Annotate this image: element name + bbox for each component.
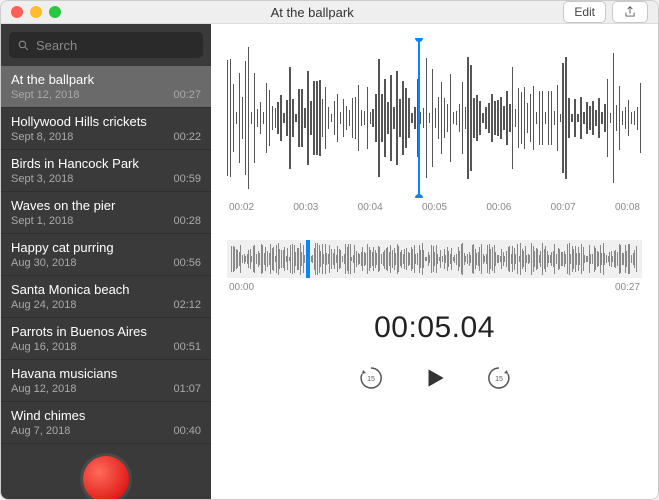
share-button[interactable] (612, 1, 648, 23)
recording-date: Aug 7, 2018 (11, 425, 70, 437)
list-item[interactable]: Parrots in Buenos Aires Aug 16, 2018 00:51 (1, 318, 211, 360)
tick-label: 00:02 (229, 202, 254, 218)
recording-duration: 00:51 (173, 341, 201, 353)
recording-title: At the ballpark (11, 72, 201, 87)
recordings-list: At the ballpark Sept 12, 2018 00:27 Hollywo… (1, 66, 211, 444)
recording-duration: 00:59 (173, 173, 201, 185)
list-item[interactable]: At the ballpark Sept 12, 2018 00:27 (1, 66, 211, 108)
detail-pane: 00:02 00:03 00:04 00:05 00:06 00:07 00:08 00:0… (211, 24, 658, 500)
tick-label: 00:06 (486, 202, 511, 218)
recording-title: Birds in Hancock Park (11, 156, 201, 171)
recording-duration: 01:07 (173, 383, 201, 395)
edit-button[interactable]: Edit (563, 1, 606, 23)
recording-date: Aug 16, 2018 (11, 341, 76, 353)
list-item[interactable]: Havana musicians Aug 12, 2018 01:07 (1, 360, 211, 402)
sidebar: Search At the ballpark Sept 12, 2018 00:27… (1, 24, 211, 500)
overview-playhead[interactable] (306, 240, 310, 278)
list-item[interactable]: Hollywood Hills crickets Sept 8, 2018 00:2… (1, 108, 211, 150)
recording-date: Aug 12, 2018 (11, 383, 76, 395)
traffic-lights (11, 6, 61, 18)
recording-title: Wind chimes (11, 408, 201, 423)
overview-start: 00:00 (229, 282, 254, 293)
tick-label: 00:07 (551, 202, 576, 218)
recording-title: Havana musicians (11, 366, 201, 381)
recording-duration: 00:40 (173, 425, 201, 437)
list-item[interactable]: Wind chimes Aug 7, 2018 00:40 (1, 402, 211, 444)
recording-duration: 02:12 (173, 299, 201, 311)
time-ticks: 00:02 00:03 00:04 00:05 00:06 00:07 00:08 (227, 198, 642, 218)
search-input[interactable]: Search (9, 32, 203, 58)
recording-date: Aug 24, 2018 (11, 299, 76, 311)
overview-end: 00:27 (615, 282, 640, 293)
tick-label: 00:04 (358, 202, 383, 218)
list-item[interactable]: Santa Monica beach Aug 24, 2018 02:12 (1, 276, 211, 318)
recording-date: Sept 8, 2018 (11, 131, 73, 143)
skip-forward-icon: 15 (485, 364, 513, 392)
zoom-icon[interactable] (49, 6, 61, 18)
tick-label: 00:08 (615, 202, 640, 218)
play-button[interactable] (420, 363, 450, 393)
record-button[interactable] (83, 456, 129, 500)
recording-title: Parrots in Buenos Aires (11, 324, 201, 339)
list-item[interactable]: Waves on the pier Sept 1, 2018 00:28 (1, 192, 211, 234)
recording-duration: 00:28 (173, 215, 201, 227)
list-item[interactable]: Happy cat purring Aug 30, 2018 00:56 (1, 234, 211, 276)
list-item[interactable]: Birds in Hancock Park Sept 3, 2018 00:59 (1, 150, 211, 192)
skip-back-icon: 15 (357, 364, 385, 392)
skip-forward-button[interactable]: 15 (484, 363, 514, 393)
recording-title: Happy cat purring (11, 240, 201, 255)
share-icon (623, 5, 637, 19)
recording-duration: 00:22 (173, 131, 201, 143)
titlebar: At the ballpark Edit (1, 1, 658, 24)
recording-date: Aug 30, 2018 (11, 257, 76, 269)
svg-text:15: 15 (367, 376, 375, 383)
play-icon (422, 365, 448, 391)
waveform-overview[interactable] (227, 240, 642, 278)
skip-back-button[interactable]: 15 (356, 363, 386, 393)
waveform-main[interactable]: 00:02 00:03 00:04 00:05 00:06 00:07 00:08 (227, 38, 642, 218)
recording-duration: 00:56 (173, 257, 201, 269)
recording-duration: 00:27 (173, 89, 201, 101)
current-time: 00:05.04 (227, 311, 642, 345)
close-icon[interactable] (11, 6, 23, 18)
tick-label: 00:05 (422, 202, 447, 218)
recording-date: Sept 3, 2018 (11, 173, 73, 185)
window-title: At the ballpark (61, 5, 563, 20)
recording-title: Hollywood Hills crickets (11, 114, 201, 129)
recording-date: Sept 12, 2018 (11, 89, 80, 101)
playback-controls: 15 15 (227, 363, 642, 393)
search-placeholder: Search (36, 38, 77, 53)
recording-title: Waves on the pier (11, 198, 201, 213)
search-icon (17, 39, 30, 52)
recording-title: Santa Monica beach (11, 282, 201, 297)
playhead[interactable] (418, 38, 420, 198)
recording-date: Sept 1, 2018 (11, 215, 73, 227)
minimize-icon[interactable] (30, 6, 42, 18)
tick-label: 00:03 (293, 202, 318, 218)
svg-text:15: 15 (495, 376, 503, 383)
